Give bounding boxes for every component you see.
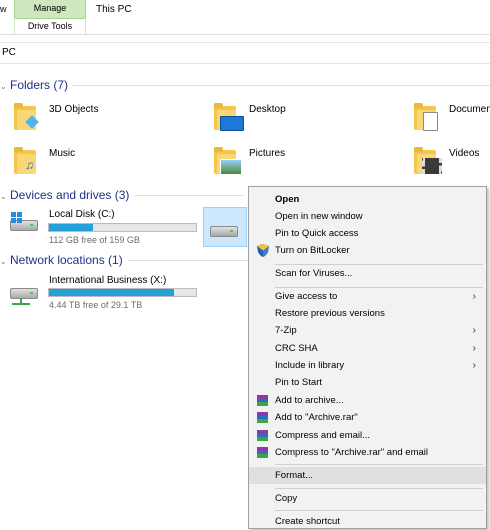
menu-item-7zip[interactable]: 7-Zip › — [249, 322, 486, 339]
folder-item-desktop[interactable]: Desktop — [212, 100, 372, 134]
menu-item-create-shortcut[interactable]: Create shortcut — [249, 513, 486, 530]
menu-item-open-new-window[interactable]: Open in new window — [249, 208, 486, 225]
window-title: This PC — [96, 4, 132, 15]
menu-item-include-library[interactable]: Include in library › — [249, 357, 486, 374]
menu-item-restore-versions[interactable]: Restore previous versions — [249, 305, 486, 322]
folder-label: 3D Objects — [49, 104, 99, 115]
drive-free-space: 112 GB free of 159 GB — [49, 235, 140, 245]
music-folder-icon: ♫ — [12, 146, 38, 174]
chevron-down-icon[interactable]: ⌄ — [0, 189, 10, 205]
folder-label: Videos — [449, 148, 480, 159]
group-divider — [128, 260, 248, 261]
winrar-icon — [257, 447, 268, 458]
network-drive-label: International Business (X:) — [49, 275, 167, 286]
network-drive-usage-fill — [49, 289, 174, 296]
menu-item-open[interactable]: Open — [249, 191, 486, 208]
videos-folder-icon — [412, 146, 442, 174]
group-title-folders: Folders (7) — [10, 78, 69, 92]
pictures-folder-icon — [212, 146, 242, 175]
drive-usage-fill — [49, 224, 94, 231]
network-drive-free-space: 4.44 TB free of 29.1 TB — [49, 300, 143, 310]
folder-item-videos[interactable]: Videos — [412, 144, 490, 178]
menu-item-crc-sha[interactable]: CRC SHA › — [249, 340, 486, 357]
folder-item-3d-objects[interactable]: 3D Objects — [12, 100, 162, 134]
menu-item-bitlocker[interactable]: Turn on BitLocker — [249, 242, 486, 259]
hard-drive-icon — [208, 218, 238, 240]
menu-item-compress-email[interactable]: Compress and email... — [249, 427, 486, 444]
group-header-folders[interactable]: ⌄ Folders (7) — [0, 77, 490, 93]
address-bar[interactable]: PC — [0, 42, 490, 64]
menu-separator — [275, 510, 483, 511]
winrar-icon — [257, 395, 268, 406]
menu-item-pin-start[interactable]: Pin to Start — [249, 374, 486, 391]
desktop-folder-icon — [212, 102, 244, 131]
group-header-network[interactable]: ⌄ Network locations (1) — [0, 252, 248, 268]
network-drive-usage-bar — [48, 288, 197, 297]
menu-item-scan-viruses[interactable]: Scan for Viruses... — [249, 265, 486, 282]
shield-icon — [257, 244, 269, 257]
submenu-arrow-icon: › — [472, 291, 476, 302]
folder-item-music[interactable]: ♫ Music — [12, 144, 162, 178]
group-title-network: Network locations (1) — [10, 253, 123, 267]
menu-item-copy[interactable]: Copy — [249, 490, 486, 507]
submenu-arrow-icon: › — [472, 325, 476, 336]
tab-manage[interactable]: Manage — [14, 0, 86, 19]
folder-label: Documen — [449, 104, 490, 115]
drive-item-selected[interactable] — [203, 207, 247, 247]
submenu-arrow-icon: › — [472, 360, 476, 371]
winrar-icon — [257, 430, 268, 441]
menu-separator — [275, 488, 483, 489]
menu-item-add-archive[interactable]: Add to archive... — [249, 392, 486, 409]
submenu-arrow-icon: › — [472, 343, 476, 354]
address-path[interactable]: PC — [0, 47, 16, 58]
menu-item-format[interactable]: Format... — [249, 467, 486, 484]
documents-folder-icon — [412, 102, 438, 131]
ribbon: w Manage Drive Tools This PC — [0, 0, 490, 35]
group-title-devices: Devices and drives (3) — [10, 188, 130, 202]
winrar-icon — [257, 412, 268, 423]
drive-usage-bar — [48, 223, 197, 232]
context-menu: Open Open in new window Pin to Quick acc… — [248, 186, 487, 529]
ribbon-tab-fragment[interactable]: w — [0, 4, 7, 14]
network-drive-icon — [8, 280, 38, 305]
drive-item-local-disk-c[interactable]: Local Disk (C:) 112 GB free of 159 GB — [6, 206, 202, 246]
menu-separator — [275, 464, 483, 465]
folder-label: Pictures — [249, 148, 286, 159]
folder-item-documents[interactable]: Documen — [412, 100, 490, 134]
folder-label: Music — [49, 148, 76, 159]
menu-item-compress-rar-email[interactable]: Compress to "Archive.rar" and email — [249, 444, 486, 461]
folder-item-pictures[interactable]: Pictures — [212, 144, 372, 178]
menu-item-add-archive-rar[interactable]: Add to "Archive.rar" — [249, 409, 486, 426]
3d-objects-folder-icon — [12, 102, 39, 130]
chevron-down-icon[interactable]: ⌄ — [0, 79, 10, 95]
group-divider — [72, 85, 490, 86]
ribbon-drive-tools-label: Drive Tools — [14, 18, 86, 34]
drive-label: Local Disk (C:) — [49, 209, 115, 220]
windows-drive-icon — [8, 212, 38, 234]
group-divider — [134, 195, 244, 196]
folder-label: Desktop — [249, 104, 286, 115]
chevron-down-icon[interactable]: ⌄ — [0, 254, 10, 270]
menu-item-give-access[interactable]: Give access to › — [249, 288, 486, 305]
network-drive-item-x[interactable]: International Business (X:) 4.44 TB free… — [6, 272, 202, 312]
menu-item-pin-quick-access[interactable]: Pin to Quick access — [249, 225, 486, 242]
